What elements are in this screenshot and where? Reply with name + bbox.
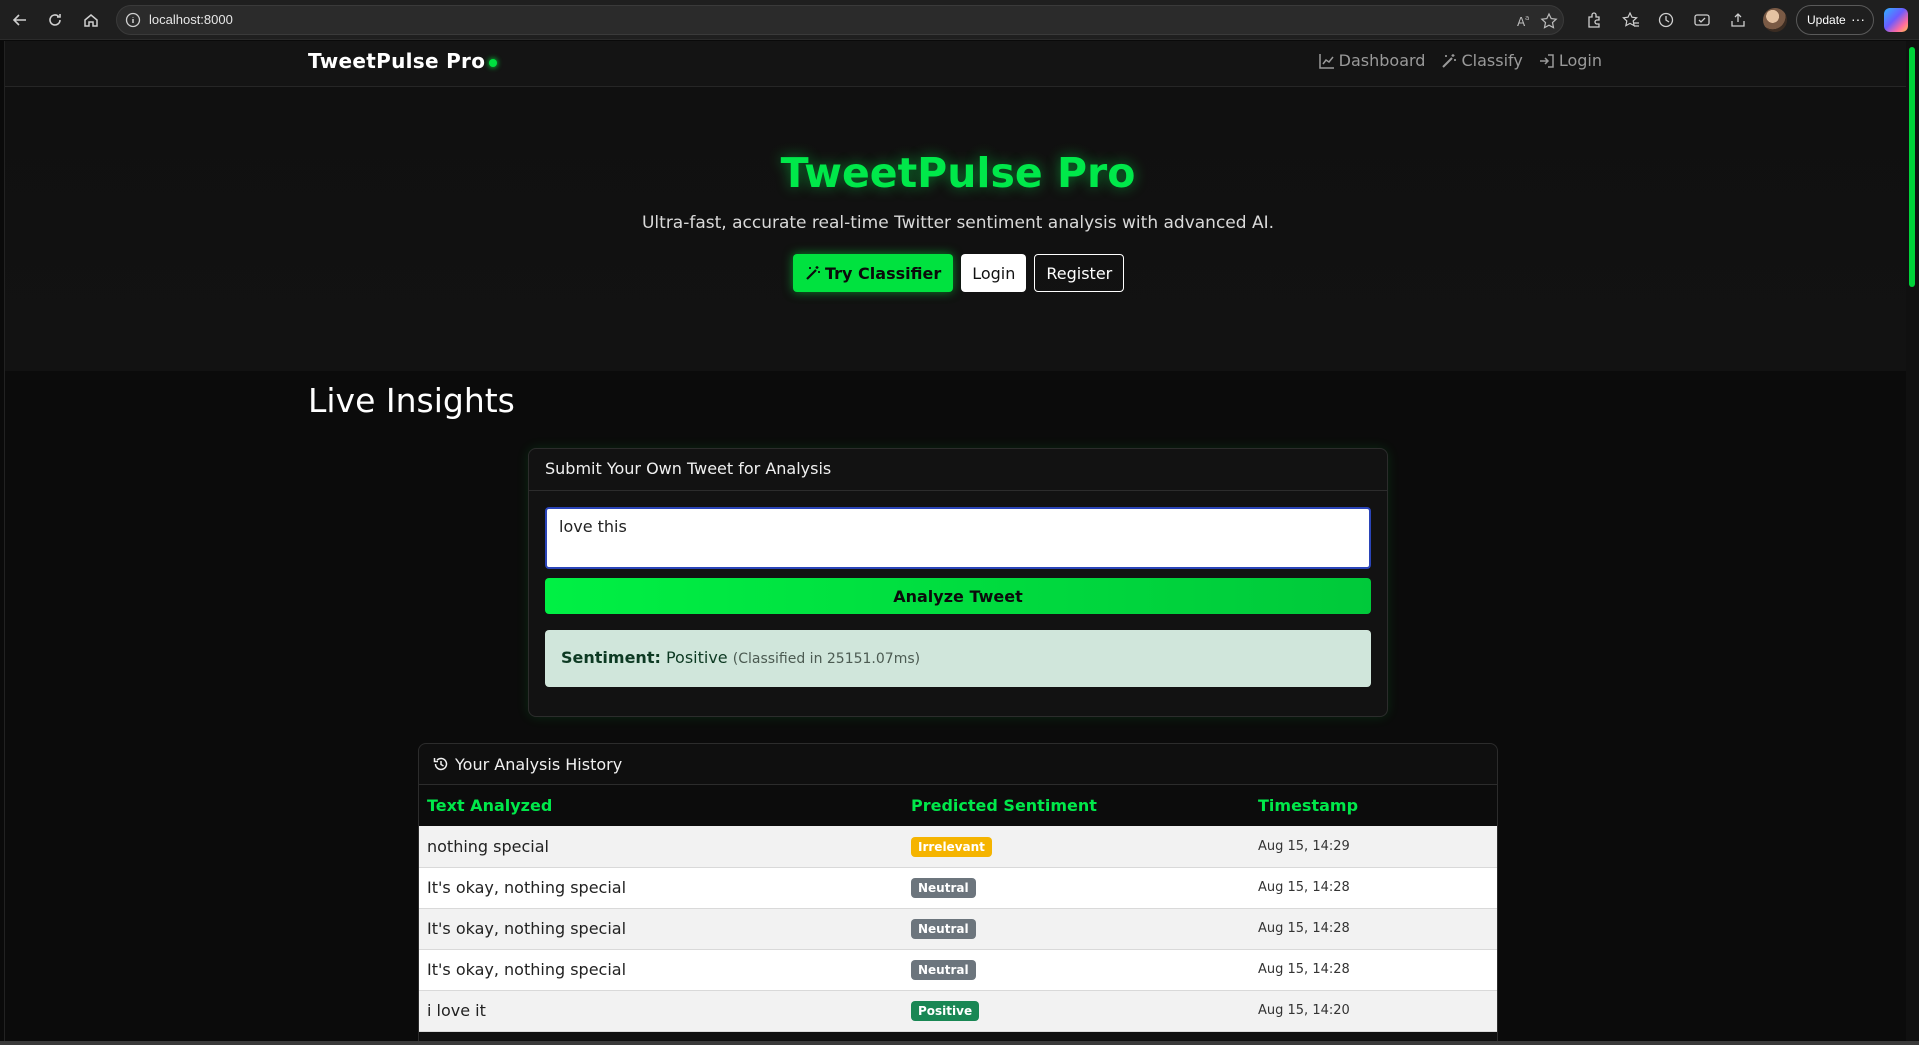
nav-link-login[interactable]: Login xyxy=(1539,51,1602,70)
back-icon[interactable] xyxy=(6,6,34,34)
try-classifier-label: Try Classifier xyxy=(825,263,942,283)
row-timestamp: Aug 15, 14:28 xyxy=(1250,949,1497,991)
page-scrollbar[interactable] xyxy=(1906,41,1919,1045)
live-insights-title: Live Insights xyxy=(308,381,515,420)
more-menu-icon[interactable]: ··· xyxy=(1851,11,1865,27)
hero-register-button[interactable]: Register xyxy=(1034,254,1125,292)
screenshot-icon[interactable] xyxy=(1690,8,1714,32)
history-card: Your Analysis History Text Analyzed Pred… xyxy=(418,743,1498,1041)
address-bar[interactable]: localhost:8000 Aa xyxy=(116,5,1564,35)
table-row: It's okay, nothing special Neutral Aug 1… xyxy=(419,908,1497,950)
history-title: Your Analysis History xyxy=(455,754,623,774)
browser-toolbar: localhost:8000 Aa Update ··· xyxy=(0,0,1919,40)
scrollbar-thumb[interactable] xyxy=(1909,47,1915,287)
copilot-icon[interactable] xyxy=(1884,8,1908,32)
update-label: Update xyxy=(1807,13,1846,27)
favorite-star-icon[interactable] xyxy=(1540,12,1558,30)
chart-line-icon xyxy=(1318,53,1334,69)
tweet-input[interactable]: love this xyxy=(545,507,1371,569)
status-badge: Neutral xyxy=(911,878,976,898)
navbar: TweetPulse Pro Dashboard Classify Login xyxy=(5,41,1910,87)
history-icon[interactable] xyxy=(1654,8,1678,32)
favorites-icon[interactable] xyxy=(1619,8,1643,32)
classification-time: (Classified in 25151.07ms) xyxy=(732,651,921,667)
status-badge: Positive xyxy=(911,1001,980,1021)
nav-link-label: Dashboard xyxy=(1338,51,1426,70)
status-badge: Irrelevant xyxy=(911,836,992,857)
share-icon[interactable] xyxy=(1726,8,1750,32)
row-timestamp: Aug 15, 14:20 xyxy=(1250,990,1497,1032)
sentiment-result: Sentiment: Positive (Classified in 25151… xyxy=(545,630,1371,687)
column-header: Predicted Sentiment xyxy=(903,785,1250,826)
window-bottom-edge xyxy=(0,1041,1919,1045)
live-status-dot xyxy=(489,59,497,67)
history-icon xyxy=(433,757,448,771)
svg-text:a: a xyxy=(1525,14,1529,22)
table-row: nothing special Irrelevant Aug 15, 14:29 xyxy=(419,826,1497,868)
hero-subtitle: Ultra-fast, accurate real-time Twitter s… xyxy=(641,213,1275,233)
row-sentiment: Irrelevant xyxy=(903,826,1250,868)
hero-buttons: Try Classifier Login Register xyxy=(793,254,1125,292)
magic-wand-icon xyxy=(806,266,820,280)
nav-link-classify[interactable]: Classify xyxy=(1441,51,1523,70)
table-row: It's okay, nothing special Neutral Aug 1… xyxy=(419,867,1497,909)
sign-in-icon xyxy=(1539,53,1554,68)
row-timestamp: Aug 15, 14:28 xyxy=(1250,908,1497,950)
nav-link-dashboard[interactable]: Dashboard xyxy=(1318,51,1426,70)
brand-logo[interactable]: TweetPulse Pro xyxy=(308,49,485,73)
row-text: It's okay, nothing special xyxy=(419,908,903,950)
read-aloud-icon[interactable]: Aa xyxy=(1515,12,1533,30)
home-icon[interactable] xyxy=(77,6,105,34)
column-header: Text Analyzed xyxy=(419,785,903,826)
nav-links: Dashboard Classify Login xyxy=(1318,51,1602,70)
row-sentiment: Neutral xyxy=(903,867,1250,909)
row-text: i love it xyxy=(419,990,903,1032)
status-badge: Neutral xyxy=(911,960,976,980)
history-card-header: Your Analysis History xyxy=(419,744,1497,785)
row-sentiment: Positive xyxy=(903,990,1250,1032)
table-row: i love it Positive Aug 15, 14:20 xyxy=(419,990,1497,1032)
analyze-card-title: Submit Your Own Tweet for Analysis xyxy=(529,449,1387,491)
hero-title: TweetPulse Pro xyxy=(780,149,1136,197)
table-row: It's okay, nothing special Neutral Aug 1… xyxy=(419,949,1497,991)
column-header: Timestamp xyxy=(1250,785,1497,826)
extensions-icon[interactable] xyxy=(1582,8,1606,32)
row-sentiment: Neutral xyxy=(903,908,1250,950)
analyze-tweet-button[interactable]: Analyze Tweet xyxy=(545,578,1371,614)
analyze-card: Submit Your Own Tweet for Analysis love … xyxy=(528,448,1388,717)
nav-link-label: Login xyxy=(1558,51,1602,70)
magic-wand-icon xyxy=(1442,53,1457,68)
sentiment-result-value: Positive xyxy=(665,648,728,667)
table-header-row: Text Analyzed Predicted Sentiment Timest… xyxy=(419,785,1497,826)
row-text: It's okay, nothing special xyxy=(419,867,903,909)
nav-link-label: Classify xyxy=(1461,51,1523,70)
row-timestamp: Aug 15, 14:28 xyxy=(1250,867,1497,909)
hero-login-button[interactable]: Login xyxy=(961,254,1027,292)
update-button[interactable]: Update ··· xyxy=(1796,5,1874,35)
reload-icon[interactable] xyxy=(41,6,69,34)
profile-avatar[interactable] xyxy=(1763,8,1787,32)
row-sentiment: Neutral xyxy=(903,949,1250,991)
try-classifier-button[interactable]: Try Classifier xyxy=(793,254,954,292)
history-table: Text Analyzed Predicted Sentiment Timest… xyxy=(419,785,1497,1032)
sentiment-result-label: Sentiment: xyxy=(561,648,661,667)
row-timestamp: Aug 15, 14:29 xyxy=(1250,826,1497,868)
url-text: localhost:8000 xyxy=(149,12,233,27)
row-text: It's okay, nothing special xyxy=(419,949,903,991)
site-info-icon[interactable] xyxy=(125,12,141,28)
page: TweetPulse Pro Dashboard Classify Login … xyxy=(4,41,1910,1041)
status-badge: Neutral xyxy=(911,919,976,939)
row-text: nothing special xyxy=(419,826,903,868)
